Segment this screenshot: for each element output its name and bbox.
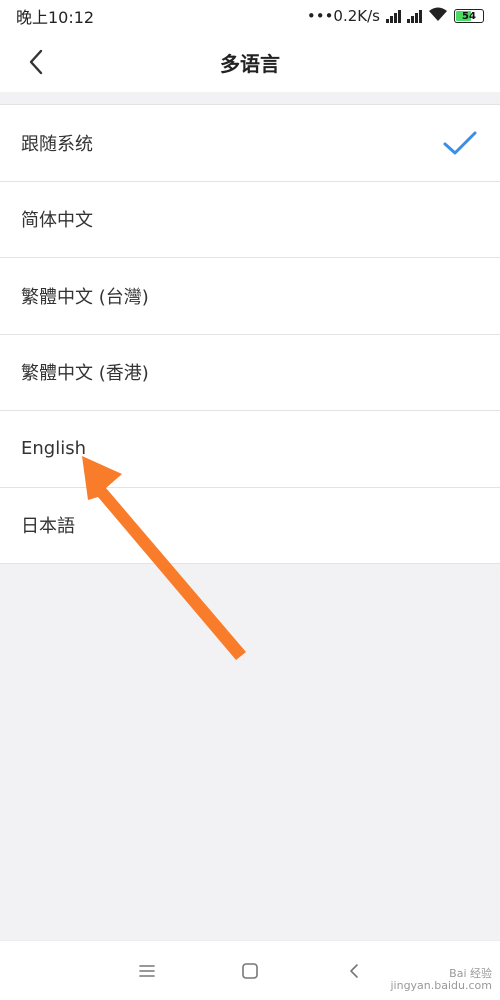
page-title: 多语言 xyxy=(220,51,280,76)
network-speed: •••0.2K/s xyxy=(306,7,380,25)
language-label: 简体中文 xyxy=(21,210,93,232)
status-time: 晚上10:12 xyxy=(16,8,95,27)
language-option-traditional-chinese-taiwan[interactable]: 繁體中文 (台灣) xyxy=(0,258,500,335)
menu-button[interactable] xyxy=(131,955,163,987)
nav-back-button[interactable] xyxy=(338,955,370,987)
back-button[interactable] xyxy=(14,42,58,82)
navigation-bar: Bai 经验 jingyan.baidu.com xyxy=(0,940,500,1000)
signal-icon xyxy=(386,9,401,23)
checkmark-icon xyxy=(443,131,477,155)
home-square-icon xyxy=(242,963,258,979)
watermark: Bai 经验 jingyan.baidu.com xyxy=(390,968,492,992)
battery-icon: 54 xyxy=(454,9,484,23)
watermark-url: jingyan.baidu.com xyxy=(390,979,492,992)
language-label: 日本語 xyxy=(21,516,75,538)
language-list: 跟随系统 简体中文 繁體中文 (台灣) 繁體中文 (香港) English 日本… xyxy=(0,104,500,564)
language-option-simplified-chinese[interactable]: 简体中文 xyxy=(0,182,500,258)
language-option-follow-system[interactable]: 跟随系统 xyxy=(0,105,500,182)
status-icons: •••0.2K/s 54 xyxy=(307,6,484,26)
signal-icon-2 xyxy=(407,9,422,23)
language-option-english[interactable]: English xyxy=(0,411,500,488)
wifi-icon xyxy=(428,6,448,26)
back-triangle-icon xyxy=(350,964,358,978)
language-label: 跟随系统 xyxy=(21,133,93,155)
menu-icon xyxy=(139,965,155,977)
language-label: English xyxy=(21,438,86,460)
language-option-japanese[interactable]: 日本語 xyxy=(0,488,500,564)
battery-level: 54 xyxy=(462,10,476,22)
language-option-traditional-chinese-hongkong[interactable]: 繁體中文 (香港) xyxy=(0,335,500,411)
home-button[interactable] xyxy=(234,955,266,987)
language-label: 繁體中文 (台灣) xyxy=(21,286,149,308)
header: 多语言 xyxy=(0,32,500,92)
status-bar: 晚上10:12 •••0.2K/s 54 xyxy=(0,0,500,32)
language-label: 繁體中文 (香港) xyxy=(21,363,149,385)
chevron-left-icon xyxy=(29,49,43,75)
